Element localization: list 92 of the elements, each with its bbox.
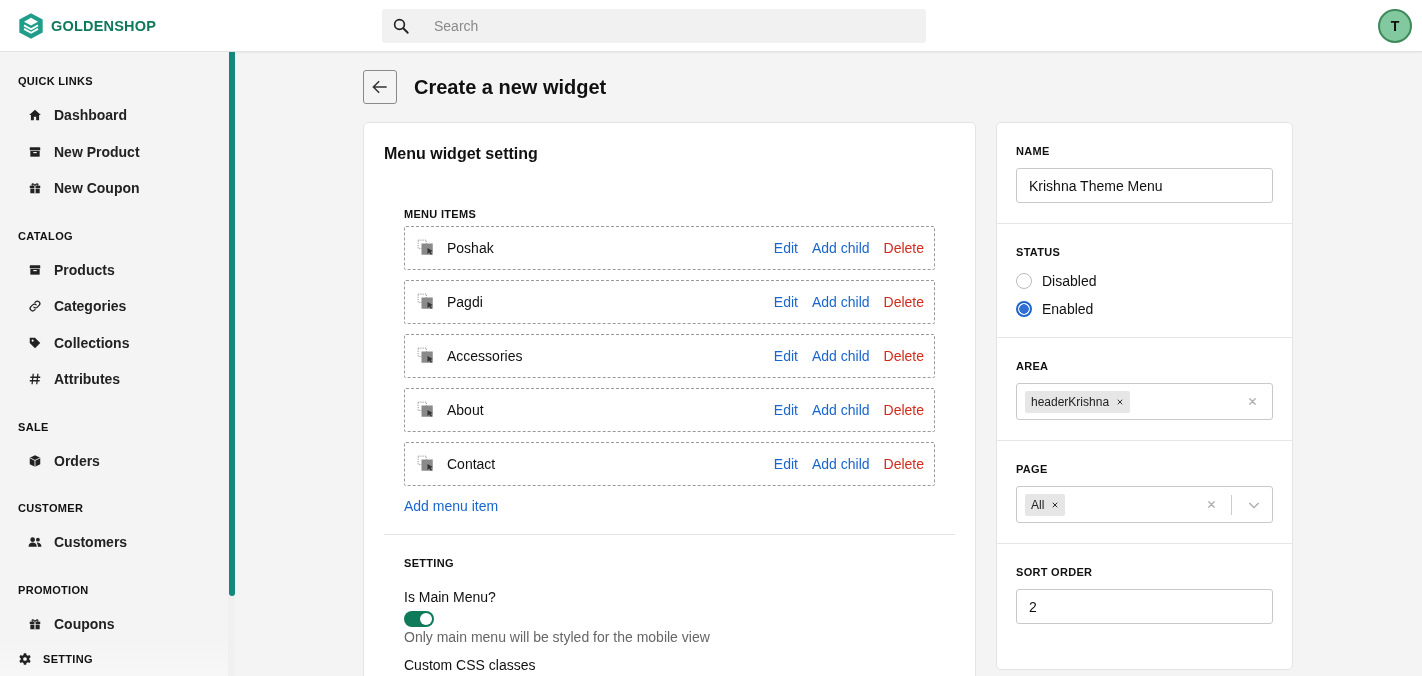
menu-item-row[interactable]: About Edit Add child Delete bbox=[404, 388, 935, 432]
settings-icon bbox=[18, 652, 32, 666]
add-child-link[interactable]: Add child bbox=[811, 456, 870, 472]
field-label: STATUS bbox=[1016, 246, 1061, 258]
sidebar-item[interactable]: Collections bbox=[18, 324, 228, 361]
field-label: PAGE bbox=[1016, 463, 1048, 475]
sidebar-item[interactable]: Orders bbox=[18, 442, 228, 479]
menu-item-name: About bbox=[447, 402, 485, 418]
drag-handle-icon bbox=[417, 239, 435, 257]
field-label: Custom CSS classes bbox=[404, 657, 536, 673]
clear-icon bbox=[1206, 499, 1217, 510]
menu-item-row[interactable]: Accessories Edit Add child Delete bbox=[404, 334, 935, 378]
drag-handle-icon bbox=[417, 401, 435, 419]
menu-item-name: Poshak bbox=[447, 240, 495, 256]
menu-item-name: Contact bbox=[447, 456, 497, 472]
edit-link[interactable]: Edit bbox=[773, 240, 798, 256]
section-label: MENU ITEMS bbox=[404, 208, 477, 220]
drag-handle-icon bbox=[417, 455, 435, 473]
drag-handle-icon bbox=[417, 293, 435, 311]
sidebar-item[interactable]: Categories bbox=[18, 288, 228, 325]
search-field[interactable]: Search bbox=[382, 8, 926, 43]
edit-link[interactable]: Edit bbox=[773, 294, 798, 310]
edit-link[interactable]: Edit bbox=[773, 456, 798, 472]
sidebar-item[interactable]: New Coupon bbox=[18, 170, 228, 207]
edit-link[interactable]: Edit bbox=[773, 348, 798, 364]
add-child-link[interactable]: Add child bbox=[811, 402, 870, 418]
sidebar-item[interactable]: Products bbox=[18, 251, 228, 288]
field-label: AREA bbox=[1016, 360, 1049, 372]
menu-item-row[interactable]: Pagdi Edit Add child Delete bbox=[404, 280, 935, 324]
field-label: NAME bbox=[1016, 145, 1050, 157]
area-select[interactable]: headerKrishna bbox=[1016, 383, 1273, 420]
remove-icon bbox=[1116, 397, 1125, 406]
card-title: Menu widget setting bbox=[384, 145, 538, 163]
cube-icon bbox=[28, 453, 42, 468]
radio-label: Enabled bbox=[1042, 301, 1094, 317]
menu-item-name: Pagdi bbox=[447, 294, 484, 310]
search-icon bbox=[392, 16, 410, 35]
name-field[interactable]: Krishna Theme Menu bbox=[1016, 168, 1273, 203]
gift-icon bbox=[28, 616, 42, 631]
add-child-link[interactable]: Add child bbox=[811, 240, 870, 256]
user-avatar[interactable]: T bbox=[1378, 8, 1412, 43]
section-heading: SALE bbox=[18, 420, 49, 433]
radio-option[interactable]: Disabled bbox=[1016, 273, 1097, 289]
menu-item-row[interactable]: Contact Edit Add child Delete bbox=[404, 442, 935, 486]
add-menu-item-link[interactable]: Add menu item bbox=[404, 498, 499, 514]
page-select[interactable]: All bbox=[1016, 486, 1273, 523]
section-label: SETTING bbox=[404, 557, 454, 569]
selected-tag: All bbox=[1025, 493, 1066, 516]
sidebar-item[interactable]: Coupons bbox=[18, 605, 228, 642]
hash-icon bbox=[28, 372, 42, 387]
sidebar-item[interactable]: Attributes bbox=[18, 361, 228, 398]
delete-link[interactable]: Delete bbox=[883, 456, 924, 472]
radio-label: Disabled bbox=[1042, 273, 1097, 289]
section-heading: CATALOG bbox=[18, 229, 73, 242]
selected-tag: headerKrishna bbox=[1025, 390, 1131, 413]
delete-link[interactable]: Delete bbox=[883, 348, 924, 364]
sidebar-item[interactable]: New Product bbox=[18, 133, 228, 170]
logo-icon bbox=[17, 11, 45, 40]
tag-icon bbox=[28, 335, 42, 350]
home-icon bbox=[28, 108, 42, 123]
brand-name: GOLDENSHOP bbox=[51, 17, 157, 34]
delete-link[interactable]: Delete bbox=[883, 294, 924, 310]
back-button[interactable] bbox=[363, 70, 397, 104]
field-label: Is Main Menu? bbox=[404, 589, 496, 605]
help-text: Only main menu will be styled for the mobile view bbox=[404, 629, 710, 645]
users-icon bbox=[28, 535, 42, 550]
field-label: SORT ORDER bbox=[1016, 566, 1093, 578]
toggle-switch[interactable] bbox=[404, 611, 434, 627]
menu-item-name: Accessories bbox=[447, 348, 524, 364]
sort-order-field[interactable]: 2 bbox=[1016, 589, 1273, 624]
drag-handle-icon bbox=[417, 347, 435, 365]
clear-icon bbox=[1247, 396, 1258, 407]
radio-option[interactable]: Enabled bbox=[1016, 301, 1097, 317]
radio-button[interactable] bbox=[1016, 273, 1032, 289]
section-heading: QUICK LINKS bbox=[18, 75, 93, 87]
box-icon bbox=[28, 262, 42, 277]
remove-icon bbox=[1051, 500, 1060, 509]
add-child-link[interactable]: Add child bbox=[811, 294, 870, 310]
section-heading: CUSTOMER bbox=[18, 502, 84, 514]
link-icon bbox=[28, 299, 42, 314]
delete-link[interactable]: Delete bbox=[883, 240, 924, 256]
menu-item-row[interactable]: Poshak Edit Add child Delete bbox=[404, 226, 935, 270]
gift-icon bbox=[28, 181, 42, 196]
delete-link[interactable]: Delete bbox=[883, 402, 924, 418]
box-icon bbox=[28, 144, 42, 159]
add-child-link[interactable]: Add child bbox=[811, 348, 870, 364]
radio-button[interactable] bbox=[1016, 301, 1032, 317]
sidebar-item[interactable]: Customers bbox=[18, 524, 228, 561]
sidebar-item[interactable]: Dashboard bbox=[18, 97, 228, 134]
section-heading: PROMOTION bbox=[18, 583, 89, 596]
page-title: Create a new widget bbox=[414, 75, 607, 99]
edit-link[interactable]: Edit bbox=[773, 402, 798, 418]
